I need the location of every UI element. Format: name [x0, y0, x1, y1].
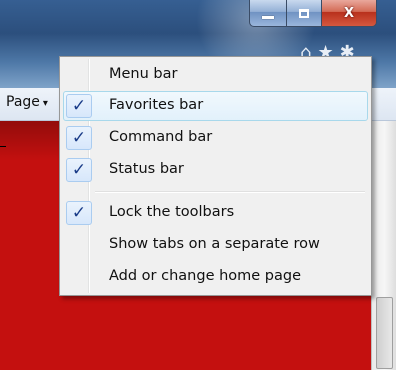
- close-icon: X: [343, 5, 355, 21]
- page-menu-label: Page: [6, 94, 40, 110]
- page-menu-button[interactable]: Page ▾: [6, 94, 48, 110]
- scrollbar-thumb[interactable]: [376, 297, 393, 369]
- menu-item-status-bar[interactable]: ✓ Status bar: [63, 155, 368, 185]
- checkmark-icon: ✓: [71, 127, 87, 148]
- menu-item-menu-bar[interactable]: Menu bar: [63, 60, 368, 90]
- divider: [0, 146, 6, 147]
- restore-button[interactable]: [286, 0, 322, 27]
- menu-item-favorites-bar[interactable]: ✓ Favorites bar: [63, 91, 368, 121]
- menu-item-label: Command bar: [109, 129, 213, 145]
- menu-item-change-home-page[interactable]: Add or change home page: [63, 262, 368, 292]
- checkmark-icon: ✓: [71, 159, 87, 180]
- menu-item-label: Lock the toolbars: [109, 204, 235, 220]
- menu-item-label: Add or change home page: [109, 268, 302, 284]
- checkbox: ✓: [66, 126, 92, 150]
- chevron-down-icon: ▾: [42, 98, 48, 109]
- checkbox: ✓: [66, 94, 92, 118]
- restore-icon: [299, 8, 309, 18]
- menu-separator: [95, 191, 365, 193]
- toolbars-context-menu: Menu bar ✓ Favorites bar ✓ Command bar ✓…: [59, 56, 372, 296]
- menu-item-lock-toolbars[interactable]: ✓ Lock the toolbars: [63, 198, 368, 228]
- menu-item-tabs-separate-row[interactable]: Show tabs on a separate row: [63, 230, 368, 260]
- menu-item-label: Favorites bar: [109, 97, 204, 113]
- checkbox: ✓: [66, 201, 92, 225]
- vertical-scrollbar[interactable]: [371, 121, 396, 370]
- minimize-icon: [262, 15, 274, 19]
- checkmark-icon: ✓: [71, 202, 87, 223]
- close-button[interactable]: X: [321, 0, 377, 27]
- minimize-button[interactable]: [249, 0, 287, 27]
- menu-item-command-bar[interactable]: ✓ Command bar: [63, 123, 368, 153]
- menu-item-label: Show tabs on a separate row: [109, 236, 320, 252]
- menu-item-label: Status bar: [109, 161, 184, 177]
- checkmark-icon: ✓: [71, 95, 87, 116]
- menu-item-label: Menu bar: [109, 66, 178, 82]
- checkbox: ✓: [66, 158, 92, 182]
